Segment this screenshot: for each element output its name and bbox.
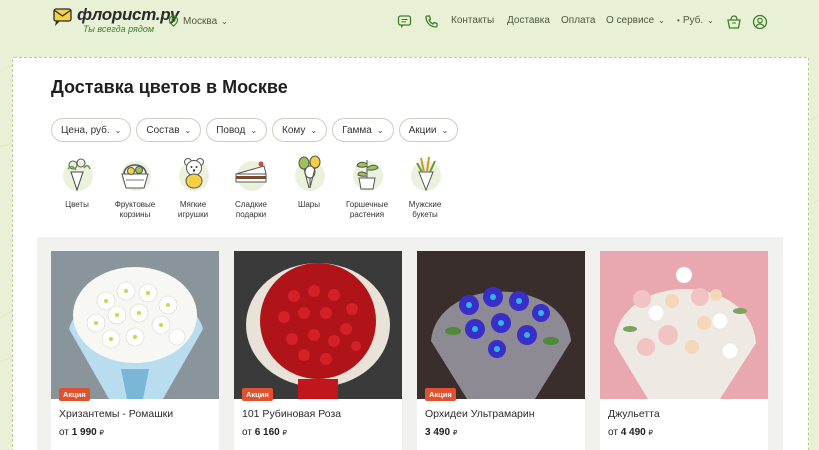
logo-tagline: Ты всегда рядом (83, 24, 155, 34)
category-label: Сладкие подарки (235, 200, 267, 219)
nav-about[interactable]: О сервисе (606, 15, 654, 26)
filter-label: Акции (408, 124, 437, 136)
site-header: флорист.ру Ты всегда рядом Москва ⌄ Конт… (0, 0, 819, 46)
category-balloons[interactable]: Шары (280, 150, 338, 220)
category-potted-plants[interactable]: Горшечные растения (338, 150, 396, 220)
chevron-down-icon: ⌄ (707, 16, 714, 25)
category-label: Мужские букеты (408, 200, 442, 219)
potted-plant-icon (344, 150, 390, 196)
nav-payment[interactable]: Оплата (561, 15, 595, 26)
product-price: от 4 490 ₽ (608, 427, 653, 438)
category-flowers[interactable]: Цветы (48, 150, 106, 220)
filter-label: Состав (146, 124, 180, 136)
category-sweet-gifts[interactable]: Сладкие подарки (222, 150, 280, 220)
bouquet-icon (54, 150, 100, 196)
category-label: Горшечные растения (345, 200, 389, 219)
city-label: Москва (183, 15, 218, 27)
product-price: от 1 990 ₽ (59, 427, 104, 438)
filter-bar: Цена, руб. ⌄ Состав ⌄ Повод ⌄ Кому ⌄ Гамма ⌄ … (51, 118, 463, 142)
main-nav: Контакты (451, 15, 494, 26)
balloons-icon (286, 150, 332, 196)
currency-label: Руб. (682, 15, 704, 26)
promo-badge: Акция (425, 388, 456, 401)
site-logo[interactable]: флорист.ру Ты всегда рядом (52, 6, 179, 35)
chevron-down-icon: ⌄ (376, 125, 384, 135)
city-selector[interactable]: Москва ⌄ (168, 15, 228, 27)
category-label: Цветы (65, 200, 89, 209)
chat-icon[interactable] (397, 14, 413, 30)
product-photo[interactable] (234, 251, 402, 399)
product-card[interactable]: Акция Орхидеи Ультрамарин 3 490 ₽ (417, 251, 585, 450)
filter-label: Кому (282, 124, 306, 136)
category-label: Шары (298, 200, 320, 209)
chevron-down-icon: ⌄ (310, 125, 318, 135)
cake-icon (228, 150, 274, 196)
chevron-down-icon: ⌄ (221, 16, 228, 26)
product-price: от 6 160 ₽ (242, 427, 287, 438)
category-label: Фруктовые корзины (114, 200, 156, 219)
product-name[interactable]: Джульетта (608, 408, 660, 420)
product-card[interactable]: Джульетта от 4 490 ₽ (600, 251, 768, 450)
product-name[interactable]: Орхидеи Ультрамарин (425, 408, 535, 420)
mens-bouquet-icon (402, 150, 448, 196)
promo-badge: Акция (59, 388, 90, 401)
logo-name: флорист.ру (77, 5, 180, 24)
chevron-down-icon: ⌄ (441, 125, 449, 135)
currency-selector[interactable]: • Руб. ⌄ (677, 15, 714, 26)
product-photo[interactable] (600, 251, 768, 399)
category-mens-bouquets[interactable]: Мужские букеты (396, 150, 454, 220)
filter-composition[interactable]: Состав ⌄ (136, 118, 202, 142)
chevron-down-icon: ⌄ (658, 16, 665, 25)
category-list: Цветы Фруктовые корзины Мягкие игрушки С… (48, 150, 454, 220)
category-label: Мягкие игрушки (177, 200, 209, 219)
phone-icon[interactable] (424, 14, 440, 30)
filter-label: Повод (216, 124, 246, 136)
product-card[interactable]: Акция 101 Рубиновая Роза от 6 160 ₽ (234, 251, 402, 450)
filter-promotions[interactable]: Акции ⌄ (398, 118, 459, 142)
cart-icon[interactable] (726, 14, 742, 30)
logo-envelope-icon (52, 6, 74, 28)
teddy-bear-icon (170, 150, 216, 196)
main-nav: Доставка (507, 15, 550, 26)
filter-label: Гамма (342, 124, 372, 136)
chevron-down-icon: ⌄ (114, 125, 122, 135)
user-account-icon[interactable] (752, 14, 768, 30)
fruit-basket-icon (112, 150, 158, 196)
currency-dot-icon: • (677, 16, 680, 25)
product-card[interactable]: Акция Хризантемы - Ромашки от 1 990 ₽ (51, 251, 219, 450)
product-price: 3 490 ₽ (425, 427, 458, 438)
nav-contacts[interactable]: Контакты (451, 15, 494, 26)
nav-delivery[interactable]: Доставка (507, 15, 550, 26)
main-nav: Оплата (561, 15, 595, 26)
filter-price[interactable]: Цена, руб. ⌄ (51, 118, 132, 142)
product-name[interactable]: 101 Рубиновая Роза (242, 408, 341, 420)
chevron-down-icon: ⌄ (250, 125, 258, 135)
product-photo[interactable] (417, 251, 585, 399)
page-title: Доставка цветов в Москве (51, 77, 288, 97)
filter-recipient[interactable]: Кому ⌄ (272, 118, 328, 142)
location-pin-icon (168, 15, 179, 27)
promo-badge: Акция (242, 388, 273, 401)
chevron-down-icon: ⌄ (184, 125, 192, 135)
product-photo[interactable] (51, 251, 219, 399)
filter-occasion[interactable]: Повод ⌄ (206, 118, 268, 142)
main-nav: О сервисе ⌄ (606, 15, 665, 26)
category-soft-toys[interactable]: Мягкие игрушки (164, 150, 222, 220)
product-name[interactable]: Хризантемы - Ромашки (59, 408, 173, 420)
filter-label: Цена, руб. (61, 124, 110, 136)
category-fruit-baskets[interactable]: Фруктовые корзины (106, 150, 164, 220)
filter-color-scheme[interactable]: Гамма ⌄ (332, 118, 394, 142)
